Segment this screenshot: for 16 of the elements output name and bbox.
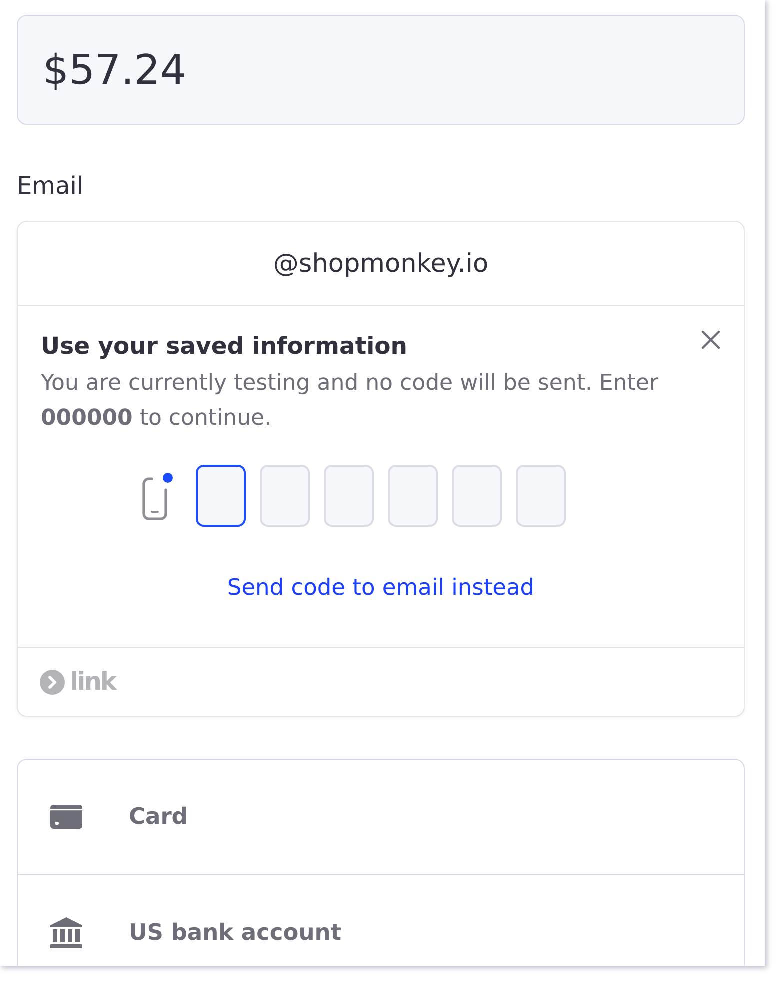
bank-building-icon bbox=[50, 916, 83, 948]
payment-method-label: Card bbox=[129, 804, 188, 830]
phone-notification-icon bbox=[142, 472, 174, 520]
payment-method-option[interactable]: Card bbox=[18, 760, 744, 875]
send-code-email-link[interactable]: Send code to email instead bbox=[227, 576, 535, 600]
close-button[interactable] bbox=[701, 330, 721, 350]
email-label: Email bbox=[17, 174, 84, 198]
payment-method-option[interactable]: US bank account bbox=[18, 875, 744, 966]
chevron-circle-icon bbox=[40, 670, 65, 694]
saved-info-title: Use your saved information bbox=[41, 332, 408, 360]
code-digit-field[interactable] bbox=[196, 465, 246, 527]
testing-message: You are currently testing and no code will be sent. Enter 000000 to continue. bbox=[41, 370, 660, 433]
amount-display: $57.24 bbox=[17, 15, 745, 125]
payment-method-label: US bank account bbox=[129, 920, 342, 946]
link-brand-text: link bbox=[70, 668, 116, 696]
email-field[interactable]: @shopmonkey.io bbox=[18, 222, 744, 306]
